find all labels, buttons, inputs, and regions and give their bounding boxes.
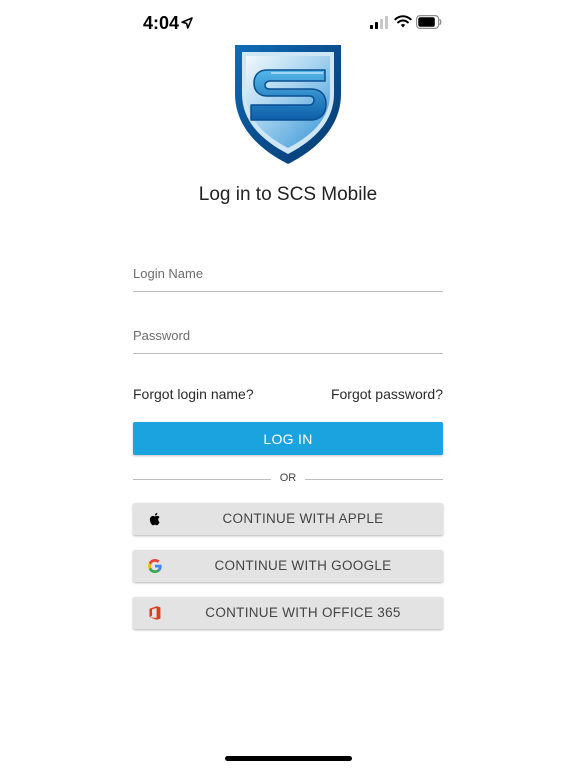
login-name-input[interactable] bbox=[133, 255, 443, 291]
forgot-login-name-link[interactable]: Forgot login name? bbox=[133, 386, 254, 402]
or-divider: OR bbox=[133, 470, 443, 488]
status-bar: 4:04 bbox=[0, 0, 576, 46]
battery-icon bbox=[416, 15, 442, 29]
divider-text: OR bbox=[279, 472, 297, 484]
continue-with-apple-label: CONTINUE WITH APPLE bbox=[222, 511, 384, 526]
continue-with-google-button[interactable]: CONTINUE WITH GOOGLE bbox=[133, 550, 443, 582]
apple-icon bbox=[149, 512, 160, 526]
google-icon bbox=[148, 559, 162, 573]
continue-with-google-label: CONTINUE WITH GOOGLE bbox=[214, 558, 392, 573]
office-365-icon bbox=[149, 606, 161, 620]
login-name-field[interactable] bbox=[133, 255, 443, 292]
status-time: 4:04 bbox=[143, 13, 180, 33]
password-input[interactable] bbox=[133, 317, 443, 353]
divider-line-right bbox=[305, 479, 443, 480]
password-field[interactable] bbox=[133, 317, 443, 354]
continue-with-apple-button[interactable]: CONTINUE WITH APPLE bbox=[133, 503, 443, 535]
scs-shield-logo bbox=[235, 45, 341, 164]
cellular-signal-icon bbox=[370, 16, 388, 29]
continue-with-office-365-label: CONTINUE WITH OFFICE 365 bbox=[205, 605, 401, 620]
page-title: Log in to SCS Mobile bbox=[198, 184, 378, 205]
location-arrow-icon bbox=[181, 17, 193, 29]
log-in-button-label: LOG IN bbox=[263, 430, 313, 447]
log-in-button[interactable]: LOG IN bbox=[133, 422, 443, 455]
wifi-icon bbox=[394, 15, 412, 28]
forgot-password-link[interactable]: Forgot password? bbox=[331, 386, 443, 402]
continue-with-office-365-button[interactable]: CONTINUE WITH OFFICE 365 bbox=[133, 597, 443, 629]
home-indicator[interactable] bbox=[225, 756, 352, 761]
